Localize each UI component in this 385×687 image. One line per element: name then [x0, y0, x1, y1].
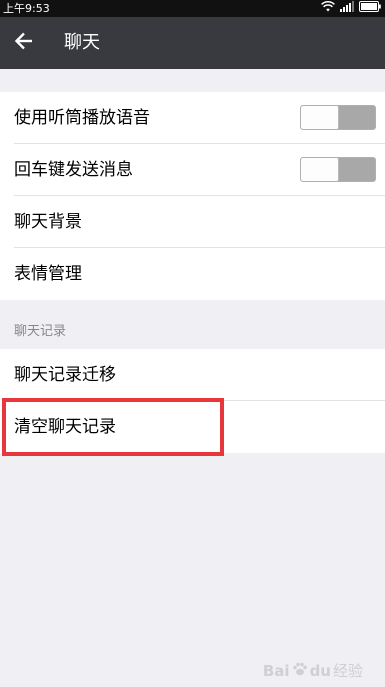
battery-icon	[359, 0, 381, 17]
settings-group: 使用听筒播放语音 回车键发送消息 聊天背景 表情管理	[0, 92, 385, 300]
status-bar: 上午9:53	[0, 0, 385, 17]
highlight-annotation	[2, 398, 224, 456]
status-time: 上午9:53	[3, 2, 50, 15]
setting-label: 聊天记录迁移	[14, 365, 116, 385]
setting-label: 聊天背景	[14, 212, 82, 232]
status-icons	[321, 0, 381, 17]
signal-icon	[340, 0, 354, 17]
setting-label: 使用听筒播放语音	[14, 108, 150, 128]
paw-icon	[292, 661, 308, 681]
setting-chat-background[interactable]: 聊天背景	[0, 196, 385, 248]
setting-enter-send[interactable]: 回车键发送消息	[0, 144, 385, 196]
setting-label: 回车键发送消息	[14, 160, 133, 180]
earpiece-toggle[interactable]	[300, 105, 376, 130]
setting-emoji-management[interactable]: 表情管理	[0, 248, 385, 300]
watermark-suffix: 经验	[332, 662, 363, 680]
section-header-chat-history: 聊天记录	[14, 324, 67, 339]
back-button[interactable]	[6, 25, 42, 61]
setting-earpiece-voice[interactable]: 使用听筒播放语音	[0, 92, 385, 144]
enter-send-toggle[interactable]	[300, 157, 376, 182]
title-bar: 聊天	[0, 17, 385, 69]
watermark-brand: Bai	[262, 661, 290, 680]
toggle-knob	[301, 158, 339, 181]
back-arrow-icon	[13, 30, 35, 56]
baidu-watermark: Bai du 经验	[263, 660, 363, 681]
page-title: 聊天	[64, 32, 100, 53]
wifi-icon	[321, 0, 335, 17]
setting-migrate-chat-history[interactable]: 聊天记录迁移	[0, 349, 385, 401]
watermark-brand-tail: du	[309, 661, 331, 680]
toggle-knob	[301, 106, 339, 129]
setting-label: 表情管理	[14, 264, 82, 284]
